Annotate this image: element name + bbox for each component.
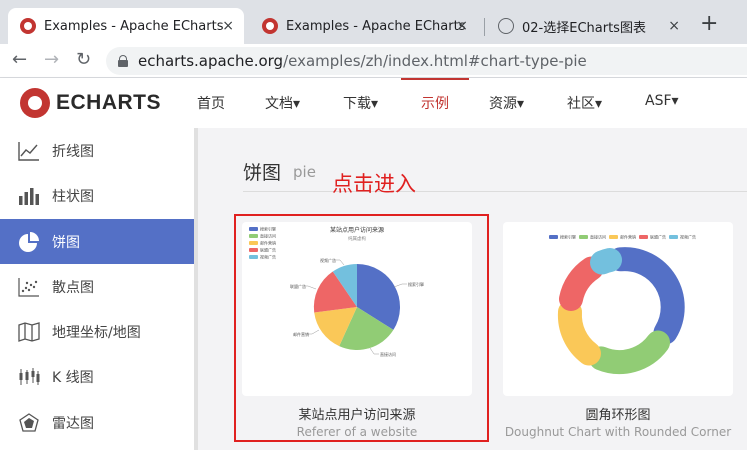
legend-label: 视频广告 (680, 234, 696, 240)
logo-text: ECHARTS (56, 91, 162, 114)
legend-label: 联盟广告 (650, 234, 666, 240)
sidebar-item-line[interactable]: 折线图 (0, 128, 194, 173)
sidebar-item-label: K 线图 (52, 369, 94, 386)
sidebar-item-bar[interactable]: 柱状图 (0, 173, 194, 218)
map-icon (18, 321, 40, 342)
back-icon[interactable]: ← (12, 49, 27, 70)
nav-examples[interactable]: 示例 (421, 93, 449, 113)
sidebar-item-candlestick[interactable]: K 线图 (0, 354, 194, 399)
legend-label: 邮件营销 (620, 234, 636, 240)
echarts-favicon-icon (20, 18, 36, 34)
chart-type-sidebar: 折线图 柱状图 饼图 散点图 地理坐标/地图 K 线图 雷达图 (0, 128, 194, 450)
echarts-logo[interactable]: ECHARTS (20, 88, 161, 118)
example-subtitle: Doughnut Chart with Rounded Corner (504, 425, 732, 439)
nav-asf[interactable]: ASF▾ (645, 93, 679, 109)
forward-icon[interactable]: → (44, 49, 59, 70)
nav-home[interactable]: 首页 (197, 93, 225, 113)
legend-swatch (669, 235, 678, 239)
sidebar-item-label: 柱状图 (52, 188, 94, 205)
doughnut-segment (589, 330, 670, 374)
url-text: echarts.apache.org/examples/zh/index.htm… (138, 52, 587, 70)
bar-chart-icon (19, 187, 39, 205)
scatter-chart-icon (18, 277, 39, 297)
annotation-highlight-box (234, 214, 489, 442)
radar-icon (19, 412, 39, 432)
examples-content: 饼图 pie 点击进入 某站点用户访问来源 纯属虚构 搜索引擎 直接访问 邮件营… (198, 128, 747, 450)
browser-tab-active[interactable]: Examples - Apache ECharts × (8, 8, 244, 44)
nav-docs[interactable]: 文档▾ (265, 93, 300, 113)
nav-community[interactable]: 社区▾ (567, 93, 602, 113)
reload-icon[interactable]: ↻ (76, 49, 91, 70)
close-icon[interactable]: × (456, 18, 468, 34)
doughnut-segment (590, 248, 622, 275)
sidebar-item-label: 饼图 (52, 234, 80, 251)
section-subtitle: pie (293, 163, 316, 181)
browser-tab[interactable]: 02-选择ECharts图表 × (486, 8, 690, 44)
section-divider (243, 191, 747, 192)
sidebar-item-label: 地理坐标/地图 (52, 324, 141, 341)
tab-title: Examples - Apache ECharts (286, 18, 466, 34)
section-title: 饼图 (243, 162, 282, 184)
browser-tab-strip: Examples - Apache ECharts × Examples - A… (0, 0, 747, 44)
tab-title: 02-选择ECharts图表 (522, 20, 646, 36)
browser-tab[interactable]: Examples - Apache ECharts × (250, 8, 478, 44)
legend-swatch (579, 235, 588, 239)
nav-resources[interactable]: 资源▾ (489, 93, 524, 113)
browser-toolbar: ← → ↻ echarts.apache.org/examples/zh/ind… (0, 44, 747, 78)
address-bar[interactable]: echarts.apache.org/examples/zh/index.htm… (106, 47, 747, 75)
doughnut-thumbnail: 搜索引擎 直接访问 邮件营销 联盟广告 视频广告 (549, 234, 696, 374)
pie-chart-icon (19, 231, 39, 252)
tab-title: Examples - Apache ECharts (44, 18, 224, 34)
new-tab-button[interactable]: + (700, 13, 718, 35)
example-card-doughnut[interactable]: 搜索引擎 直接访问 邮件营销 联盟广告 视频广告 (503, 222, 733, 396)
sidebar-item-label: 折线图 (52, 143, 94, 160)
sidebar-item-map[interactable]: 地理坐标/地图 (0, 309, 194, 354)
annotation-text: 点击进入 (332, 172, 416, 196)
globe-icon (498, 18, 514, 34)
url-host: echarts.apache.org (138, 52, 284, 70)
doughnut-segment (557, 300, 601, 366)
lock-icon (118, 55, 128, 67)
legend-label: 搜索引擎 (560, 234, 576, 240)
url-path: /examples/zh/index.html#chart-type-pie (283, 52, 587, 70)
echarts-favicon-icon (262, 18, 278, 34)
sidebar-item-label: 散点图 (52, 279, 94, 296)
site-header: ECHARTS 首页 文档▾ 下载▾ 示例 资源▾ 社区▾ ASF▾ (0, 78, 747, 128)
line-chart-icon (18, 141, 39, 161)
tab-separator (484, 18, 485, 36)
sidebar-item-pie[interactable]: 饼图 (0, 219, 194, 264)
sidebar-item-scatter[interactable]: 散点图 (0, 264, 194, 309)
close-icon[interactable]: × (222, 18, 234, 34)
legend-swatch (609, 235, 618, 239)
doughnut-segment (608, 247, 685, 345)
legend-swatch (639, 235, 648, 239)
example-title[interactable]: 圆角环形图 (491, 404, 745, 423)
candlestick-icon (19, 367, 40, 385)
echarts-logo-icon (20, 88, 50, 118)
sidebar-item-radar[interactable]: 雷达图 (0, 400, 194, 445)
legend-swatch (549, 235, 558, 239)
doughnut-segment (559, 256, 604, 311)
legend-label: 直接访问 (590, 234, 606, 240)
close-icon[interactable]: × (668, 18, 680, 34)
sidebar-item-label: 雷达图 (52, 415, 94, 432)
active-nav-indicator (401, 78, 469, 80)
nav-download[interactable]: 下载▾ (343, 93, 378, 113)
